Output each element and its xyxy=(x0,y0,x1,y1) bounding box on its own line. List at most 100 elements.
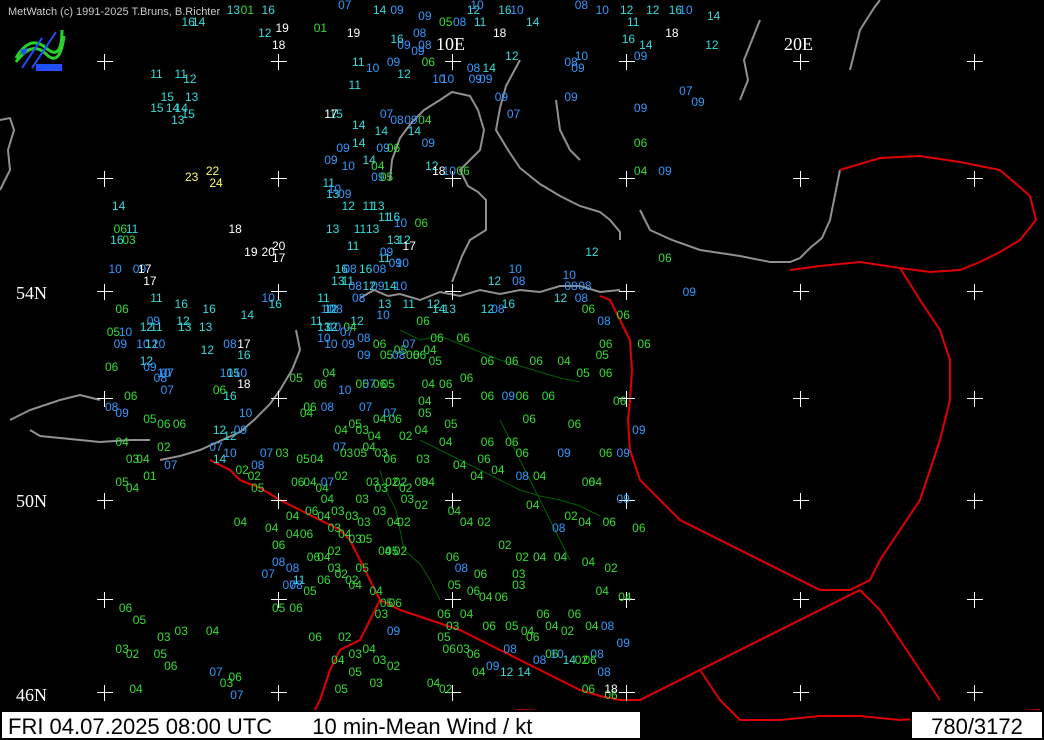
wind-observation: 04 xyxy=(553,549,568,564)
wind-observation: 05 xyxy=(359,532,373,547)
wind-observation: 12 xyxy=(505,49,519,64)
wind-observation: 06 xyxy=(613,394,627,409)
wind-observation: 10 xyxy=(108,262,122,276)
wind-observation: 11 xyxy=(150,66,163,81)
wind-observation: 08 xyxy=(392,348,406,363)
wind-observation: 06 xyxy=(477,451,491,466)
wind-observation: 11 xyxy=(352,55,365,69)
wind-observation: 10 xyxy=(442,164,456,179)
wind-observation: 16 xyxy=(261,3,275,18)
wind-observation: 04 xyxy=(386,515,401,529)
plus-icon xyxy=(445,592,461,608)
wind-observation: 09 xyxy=(557,446,571,460)
plus-icon xyxy=(271,685,287,701)
wind-observation: 09 xyxy=(386,624,401,639)
wind-observation: 02 xyxy=(564,509,578,524)
wind-observation: 14 xyxy=(517,664,531,679)
wind-observation: 03 xyxy=(327,561,342,575)
wind-observation: 06 xyxy=(581,681,596,696)
wind-observation: 04 xyxy=(533,549,547,564)
wind-observation: 04 xyxy=(533,469,547,483)
wind-observation: 18 xyxy=(228,221,242,236)
wind-observation: 08 xyxy=(597,664,611,679)
plus-icon xyxy=(97,685,113,701)
wind-observation: 02 xyxy=(414,497,429,512)
weather-map: 16 14 16 19 13 01 12 18 07 01 11 11 12 15 15 14 14 13 15 13… xyxy=(0,0,1044,740)
wind-observation: 08 xyxy=(515,469,529,483)
wind-observation: 09 xyxy=(479,72,493,87)
wind-observation: 16 xyxy=(174,296,188,311)
wind-observation: 13 xyxy=(178,319,192,334)
coastline xyxy=(9,393,101,421)
wind-observation: 09 xyxy=(390,3,404,18)
wind-observation: 18 xyxy=(492,26,507,41)
plus-icon xyxy=(619,54,635,70)
wind-observation: 06 xyxy=(515,446,529,460)
wind-observation: 05 xyxy=(348,664,362,679)
wind-observation: 05 xyxy=(576,365,590,380)
wind-observation: 06 xyxy=(473,566,488,581)
wind-observation: 09 xyxy=(682,285,696,299)
wind-observation: 05 xyxy=(595,348,609,363)
wind-observation: 19 xyxy=(244,244,258,259)
plus-icon xyxy=(271,171,287,187)
wind-observation: 12 xyxy=(341,198,355,213)
wind-observation: 18 xyxy=(237,377,251,391)
wind-observation: 11 xyxy=(353,221,367,236)
plus-icon xyxy=(967,171,983,187)
wind-observation: 09 xyxy=(501,388,516,403)
station-count: 780/3172 xyxy=(910,710,1044,740)
wind-observation: 07 xyxy=(261,566,275,581)
wind-observation: 09 xyxy=(633,101,648,115)
plus-icon xyxy=(793,391,809,407)
wind-observation: 02 xyxy=(498,538,512,552)
wind-observation: 02 xyxy=(338,630,352,644)
wind-observation: 11 xyxy=(346,239,360,253)
wind-observation: 13 xyxy=(325,221,340,236)
wind-observation: 06 xyxy=(317,572,331,587)
wind-observation: 07 xyxy=(160,382,174,397)
wind-observation: 08 xyxy=(574,0,589,12)
wind-observation: 05 xyxy=(418,405,432,420)
wind-observation: 14 xyxy=(352,118,366,133)
wind-observation: 10 xyxy=(393,279,408,294)
wind-observation: 09 xyxy=(324,152,338,167)
wind-observation: 03 xyxy=(275,446,289,460)
wind-observation: 06 xyxy=(313,377,328,391)
wind-observation: 09 xyxy=(691,95,705,110)
plus-icon xyxy=(793,284,809,300)
wind-observation: 17 xyxy=(272,250,286,265)
wind-observation: 06 xyxy=(480,434,495,449)
wind-observation: 13 xyxy=(365,221,380,236)
wind-observation: 06 xyxy=(439,377,453,391)
wind-observation: 10 xyxy=(365,60,380,75)
wind-observation: 16 xyxy=(237,348,251,363)
plus-icon xyxy=(97,592,113,608)
wind-observation: 06 xyxy=(466,647,481,662)
metwatch-logo-icon xyxy=(12,24,66,77)
wind-observation: 16 xyxy=(390,32,404,46)
wind-observation: 09 xyxy=(115,405,129,420)
coastline xyxy=(29,429,150,444)
wind-observation: 11 xyxy=(473,14,487,29)
wind-observation: 06 xyxy=(118,601,133,616)
wind-observation: 03 xyxy=(369,676,383,690)
wind-observation: 06 xyxy=(567,417,582,432)
wind-observation: 09 xyxy=(233,423,248,437)
wind-observation: 17 xyxy=(402,239,416,253)
wind-observation: 04 xyxy=(526,497,540,512)
wind-observation: 09 xyxy=(494,89,509,104)
wind-observation: 07 xyxy=(320,474,335,489)
wind-observation: 04 xyxy=(125,480,140,495)
copyright-credit: MetWatch (c) 1991-2025 T.Bruns, B.Richte… xyxy=(8,6,221,18)
wind-observation: 04 xyxy=(421,377,435,391)
wind-observation: 10 xyxy=(376,308,390,322)
plus-icon xyxy=(445,284,461,300)
wind-observation: 05 xyxy=(439,14,453,29)
wind-observation: 08 xyxy=(329,302,343,317)
plus-icon xyxy=(967,54,983,70)
wind-observation: 16 xyxy=(223,388,237,403)
wind-observation: 02 xyxy=(386,658,401,673)
timestamp: FRI 04.07.2025 08:00 UTC xyxy=(8,714,273,739)
wind-observation: 04 xyxy=(578,515,592,529)
